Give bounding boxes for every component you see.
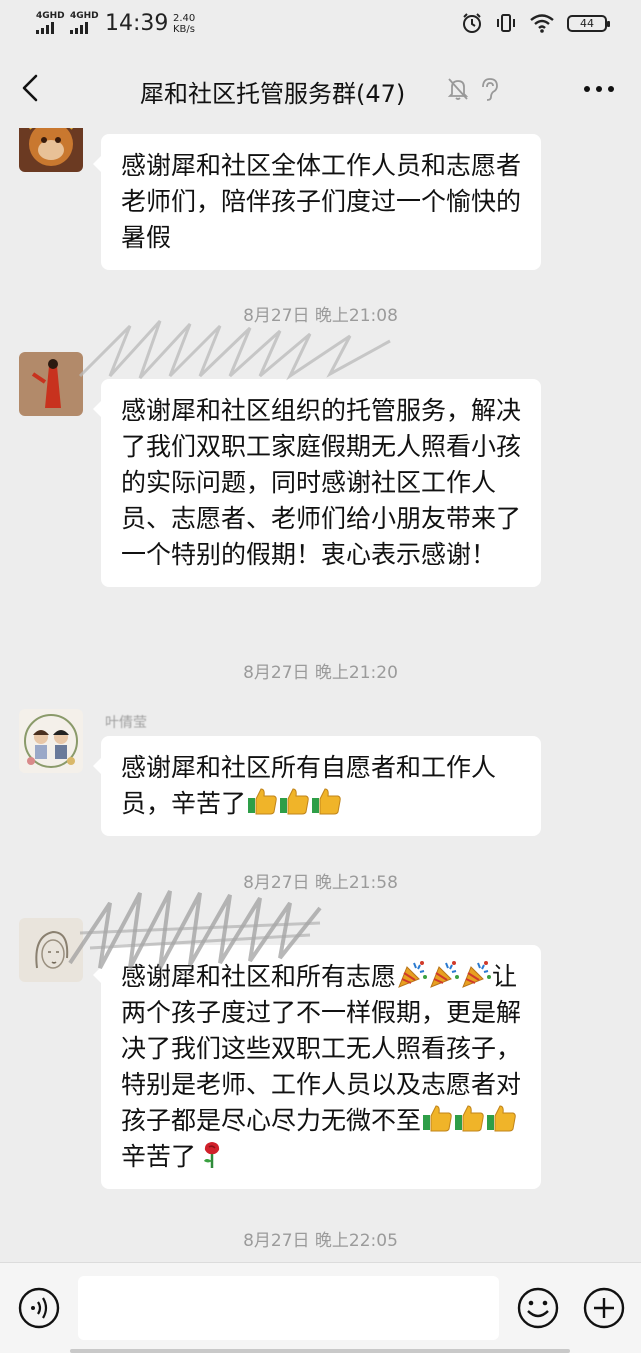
network-label-1: 4GHD xyxy=(36,11,65,21)
plus-icon[interactable] xyxy=(582,1286,626,1330)
mute-bell-icon xyxy=(447,78,469,100)
message-text: 感谢犀和社区全体工作人员和志愿者老师们，陪伴孩子们度过一个愉快的暑假 xyxy=(121,151,522,252)
timestamp: 8月27日 晚上21:58 xyxy=(243,873,398,893)
rose-icon xyxy=(204,1142,220,1168)
signal-icon xyxy=(36,22,54,34)
status-bar: 4GHD 4GHD 14:39 2.40 KB/s 44 xyxy=(0,0,641,50)
family-avatar[interactable] xyxy=(19,709,83,773)
message-bubble[interactable]: 感谢犀和社区所有自愿者和工作人员，辛苦了 xyxy=(93,736,541,836)
vibrate-icon xyxy=(497,14,515,32)
chat-header: 犀和社区托管服务群(47) xyxy=(0,50,641,128)
ear-icon xyxy=(482,78,498,101)
message-bubble[interactable]: 感谢犀和社区和所有志愿 让两个孩子度过了不一样假期，更是解决了我们这些双职工无人照… xyxy=(93,945,541,1189)
thumbs-up-icon xyxy=(280,788,309,815)
message-text: 感谢犀和社区和所有志愿 xyxy=(121,962,397,991)
red-figure-avatar[interactable] xyxy=(19,352,83,416)
message-input[interactable] xyxy=(78,1276,499,1340)
girl-sketch-avatar[interactable] xyxy=(19,918,83,982)
signal-icon xyxy=(70,22,88,34)
thumbs-up-icon xyxy=(312,788,341,815)
timestamp: 8月27日 晚上21:20 xyxy=(243,663,398,683)
emoji-icon[interactable] xyxy=(516,1286,560,1330)
thumbs-up-icon xyxy=(248,788,277,815)
wifi-icon xyxy=(530,14,554,33)
clock: 14:39 xyxy=(105,11,169,36)
network-label-2: 4GHD xyxy=(70,11,99,21)
message-bubble[interactable]: 感谢犀和社区组织的托管服务，解决了我们双职工家庭假期无人照看小孩的实际问题，同时… xyxy=(93,379,541,587)
title-status-icons xyxy=(446,76,500,102)
timestamp: 8月27日 晚上22:05 xyxy=(243,1231,398,1251)
voice-icon[interactable] xyxy=(17,1286,61,1330)
group-title: 犀和社区托管服务群(47) xyxy=(140,80,406,108)
sender-nickname: 叶倩莹 xyxy=(105,715,147,731)
gesture-bar xyxy=(70,1349,570,1353)
party-popper-icon xyxy=(398,961,428,988)
alarm-icon xyxy=(463,13,481,33)
message-bubble[interactable]: 感谢犀和社区全体工作人员和志愿者老师们，陪伴孩子们度过一个愉快的暑假 xyxy=(93,134,541,270)
party-popper-icon xyxy=(462,961,492,988)
back-icon[interactable] xyxy=(14,70,50,106)
network-speed-value: 2.40 xyxy=(173,13,196,24)
network-speed-unit: KB/s xyxy=(173,24,195,35)
thumbs-up-icon xyxy=(455,1105,484,1132)
party-popper-icon xyxy=(430,961,460,988)
battery-icon: 44 xyxy=(567,14,610,32)
thumbs-up-icon xyxy=(487,1105,516,1132)
status-icons: 44 xyxy=(461,12,610,34)
message-text: 辛苦了 xyxy=(121,1142,197,1171)
chat-messages[interactable]: 感谢犀和社区全体工作人员和志愿者老师们，陪伴孩子们度过一个愉快的暑假 8月27日… xyxy=(0,128,641,1262)
network-speed: 2.40 KB/s xyxy=(173,13,195,35)
timestamp: 8月27日 晚上21:08 xyxy=(243,306,398,326)
monkey-avatar[interactable] xyxy=(19,128,83,172)
message-text: 感谢犀和社区组织的托管服务，解决了我们双职工家庭假期无人照看小孩的实际问题，同时… xyxy=(121,396,522,569)
input-bar xyxy=(0,1262,641,1353)
thumbs-up-icon xyxy=(423,1105,452,1132)
more-icon[interactable] xyxy=(581,76,617,102)
